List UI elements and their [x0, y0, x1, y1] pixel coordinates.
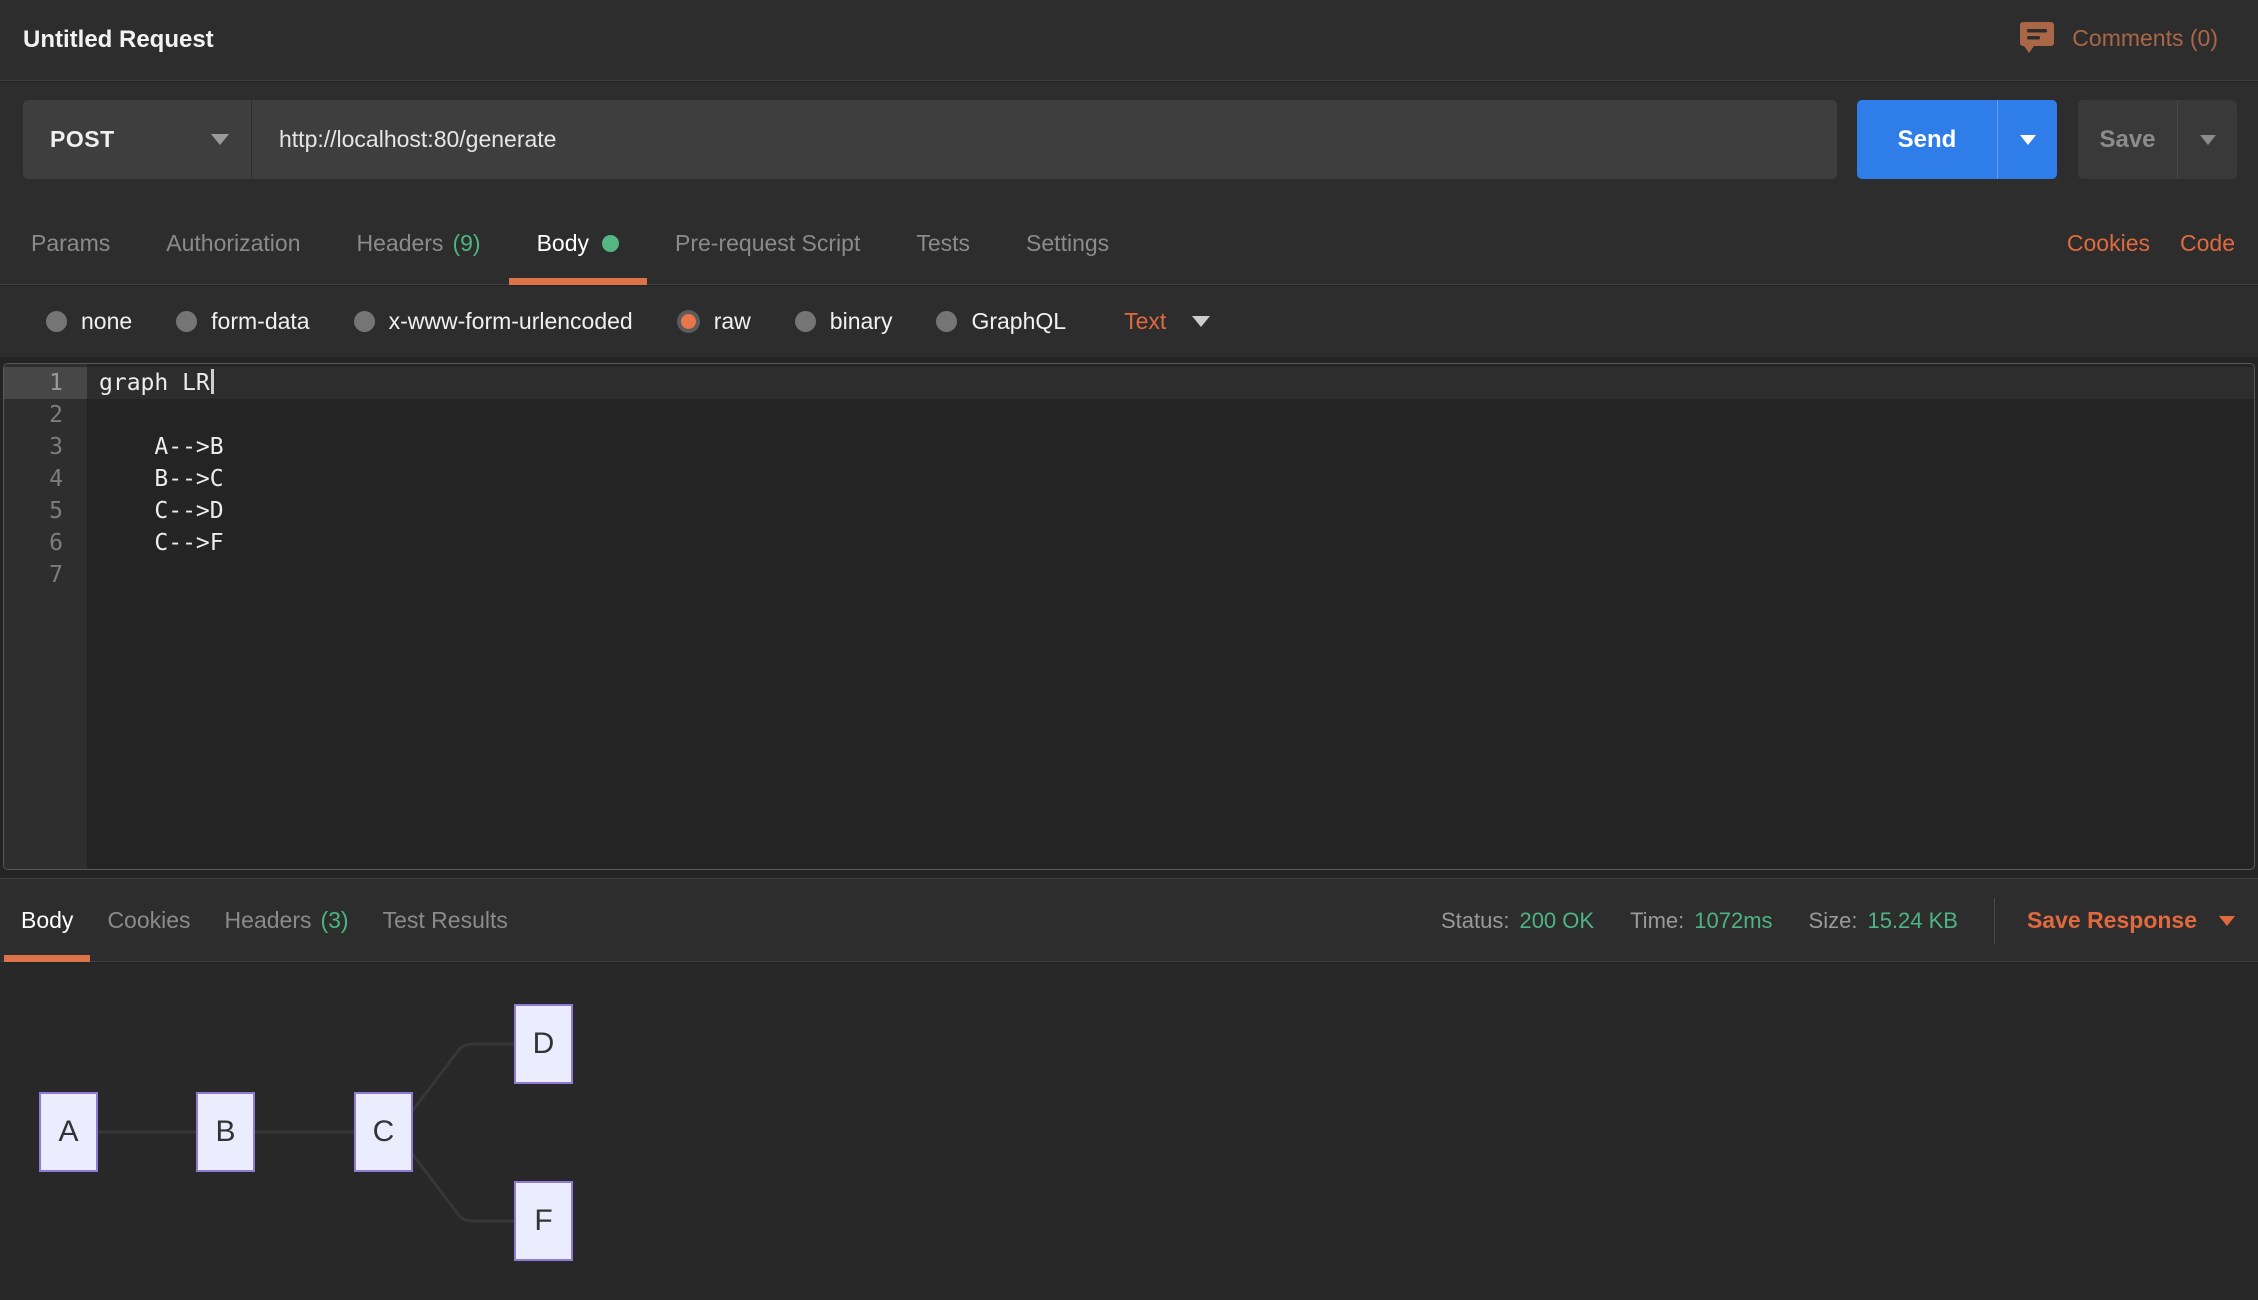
code-line: C-->F — [87, 527, 2254, 559]
line-number: 5 — [4, 495, 87, 527]
status-label: Status: — [1441, 908, 1509, 934]
raw-format-dropdown[interactable]: Text — [1124, 308, 1210, 335]
code-line — [87, 399, 2254, 431]
comments-button[interactable]: Comments (0) — [2020, 22, 2218, 54]
body-modified-dot — [602, 235, 619, 252]
body-type-radio-graphql[interactable]: GraphQL — [936, 308, 1066, 335]
line-number: 3 — [4, 431, 87, 463]
graph-node-D: D — [514, 1004, 573, 1084]
response-tab-cookies[interactable]: Cookies — [90, 879, 207, 962]
status-value: 200 OK — [1519, 908, 1594, 934]
graph-node-F: F — [514, 1181, 573, 1261]
tab-params[interactable]: Params — [3, 202, 138, 285]
line-number: 4 — [4, 463, 87, 495]
send-options-caret[interactable] — [1997, 100, 2057, 179]
tab-authorization[interactable]: Authorization — [138, 202, 328, 285]
body-type-radio-none[interactable]: none — [46, 308, 132, 335]
body-type-radio-form-data[interactable]: form-data — [176, 308, 309, 335]
save-options-caret[interactable] — [2177, 100, 2237, 179]
text-cursor — [211, 369, 214, 394]
response-tab-test-results[interactable]: Test Results — [366, 879, 525, 962]
body-type-radio-x-www-form-urlencoded[interactable]: x-www-form-urlencoded — [354, 308, 633, 335]
time-value: 1072ms — [1694, 908, 1772, 934]
size-label: Size: — [1809, 908, 1858, 934]
size-value: 15.24 KB — [1867, 908, 1958, 934]
body-type-radio-binary[interactable]: binary — [795, 308, 893, 335]
radio-icon — [176, 311, 197, 332]
tab-headers[interactable]: Headers (9) — [329, 202, 509, 285]
edge-C-F — [413, 1155, 514, 1221]
response-headers-count: (3) — [320, 907, 348, 934]
url-bar: POST http://localhost:80/generate — [23, 100, 1837, 179]
response-meta: Status: 200 OK Time: 1072ms Size: 15.24 … — [1441, 879, 2235, 962]
chevron-down-icon — [2219, 916, 2235, 926]
send-button-label[interactable]: Send — [1857, 100, 1997, 179]
radio-icon — [795, 311, 816, 332]
code-line — [87, 559, 2254, 591]
top-bar: Untitled Request Comments (0) — [0, 0, 2258, 81]
active-tab-underline — [509, 278, 647, 285]
divider — [1994, 898, 1995, 944]
radio-icon — [354, 311, 375, 332]
body-type-options: none form-data x-www-form-urlencoded raw… — [46, 286, 1210, 357]
chevron-down-icon — [211, 134, 229, 145]
save-response-button[interactable]: Save Response — [2027, 907, 2235, 934]
response-tab-body[interactable]: Body — [4, 879, 90, 962]
editor-content[interactable]: graph LR A-->B B-->C C-->D C-->F — [87, 364, 2254, 869]
active-tab-underline — [4, 955, 90, 962]
graph-edges — [0, 963, 700, 1300]
code-line: A-->B — [87, 431, 2254, 463]
tab-body[interactable]: Body — [509, 202, 647, 285]
comments-label: Comments (0) — [2072, 25, 2218, 52]
request-row: POST http://localhost:80/generate Send S… — [0, 82, 2258, 202]
code-line: C-->D — [87, 495, 2254, 527]
response-body: A B C D F — [0, 963, 2258, 1300]
tab-pre-request-script[interactable]: Pre-request Script — [647, 202, 888, 285]
save-button-label[interactable]: Save — [2078, 100, 2177, 179]
response-tab-headers[interactable]: Headers (3) — [208, 879, 366, 962]
request-body-editor-area: 1 2 3 4 5 6 7 graph LR A-->B B-->C C-->D… — [0, 357, 2258, 878]
code-line: graph LR — [87, 367, 2254, 399]
request-links: Cookies Code — [2067, 202, 2235, 285]
response-tabs: Body Cookies Headers (3) Test Results — [4, 879, 525, 962]
edge-C-D — [413, 1044, 514, 1110]
chevron-down-icon — [1192, 316, 1210, 327]
radio-icon — [46, 311, 67, 332]
line-number: 1 — [4, 367, 87, 399]
chevron-down-icon — [2020, 135, 2036, 145]
chevron-down-icon — [2200, 135, 2216, 145]
method-label: POST — [50, 126, 115, 153]
line-number: 2 — [4, 399, 87, 431]
radio-selected-icon — [677, 310, 700, 333]
graph-node-C: C — [354, 1092, 413, 1172]
comment-icon — [2020, 22, 2054, 54]
line-number: 7 — [4, 559, 87, 591]
time-label: Time: — [1630, 908, 1684, 934]
request-tabs: Params Authorization Headers (9) Body Pr… — [3, 202, 1137, 285]
tab-settings[interactable]: Settings — [998, 202, 1137, 285]
body-type-radio-raw[interactable]: raw — [677, 308, 751, 335]
request-tabs-row: Params Authorization Headers (9) Body Pr… — [0, 202, 2258, 285]
tab-tests[interactable]: Tests — [888, 202, 998, 285]
code-link[interactable]: Code — [2180, 230, 2235, 257]
url-input[interactable]: http://localhost:80/generate — [252, 100, 1837, 179]
graph-node-A: A — [39, 1092, 98, 1172]
save-button[interactable]: Save — [2078, 100, 2237, 179]
line-number: 6 — [4, 527, 87, 559]
code-editor[interactable]: 1 2 3 4 5 6 7 graph LR A-->B B-->C C-->D… — [3, 363, 2255, 870]
raw-format-value: Text — [1124, 308, 1166, 335]
cookies-link[interactable]: Cookies — [2067, 230, 2150, 257]
body-type-row: none form-data x-www-form-urlencoded raw… — [0, 286, 2258, 357]
editor-gutter: 1 2 3 4 5 6 7 — [4, 364, 87, 869]
request-title: Untitled Request — [23, 26, 214, 54]
response-header-row: Body Cookies Headers (3) Test Results St… — [0, 878, 2258, 962]
send-button[interactable]: Send — [1857, 100, 2057, 179]
method-dropdown[interactable]: POST — [23, 100, 252, 179]
code-line: B-->C — [87, 463, 2254, 495]
radio-icon — [936, 311, 957, 332]
graph-node-B: B — [196, 1092, 255, 1172]
headers-count: (9) — [452, 230, 480, 257]
